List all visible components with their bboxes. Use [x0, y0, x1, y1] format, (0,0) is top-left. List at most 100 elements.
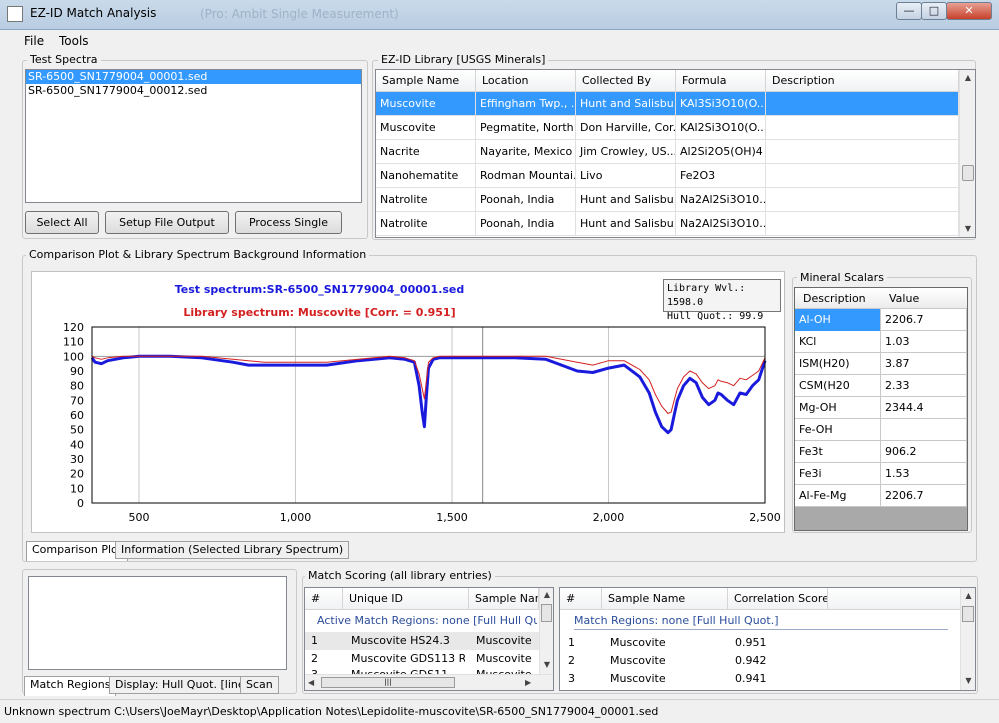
library-col-formula[interactable]: Formula — [676, 70, 766, 92]
app-icon — [7, 6, 23, 22]
y-tick-label: 110 — [63, 336, 84, 349]
scalar-row[interactable]: Mg-OH 2344.4 — [795, 397, 967, 419]
scroll-up-icon[interactable]: ▲ — [960, 73, 976, 82]
library-col-sample-name[interactable]: Sample Name — [376, 70, 476, 92]
scalar-col-value[interactable]: Value — [889, 292, 919, 305]
y-tick-label: 40 — [70, 438, 84, 451]
scalar-col-description[interactable]: Description — [803, 292, 866, 305]
cell-sample-name: Muscovite — [376, 116, 476, 140]
library-label: EZ-ID Library [USGS Minerals] — [378, 53, 549, 66]
score-col-unique-id[interactable]: Unique ID — [343, 588, 469, 610]
cell-sample-name: Nanohematite — [376, 164, 476, 188]
list-item[interactable]: SR-6500_SN1779004_00001.sed — [26, 70, 361, 84]
test-spectra-list[interactable]: SR-6500_SN1779004_00001.sed SR-6500_SN17… — [25, 69, 362, 203]
cell-index: 2 — [568, 654, 575, 667]
match-scoring-id-grid[interactable]: # Unique ID Sample Name Active Match Reg… — [304, 587, 554, 691]
scroll-down-icon[interactable]: ▼ — [540, 660, 553, 669]
cell-sample-name: Muscovite — [476, 634, 532, 647]
scroll-down-icon[interactable]: ▼ — [960, 224, 976, 233]
y-tick-label: 50 — [70, 424, 84, 437]
scalar-description: CSM(H20 sum) — [795, 375, 881, 414]
scalar-row[interactable]: Fe3i 1.53 — [795, 463, 967, 485]
corr-col-score[interactable]: Correlation Score — [728, 588, 828, 610]
cell-sample-name: Natrolite — [376, 188, 476, 212]
select-all-button[interactable]: Select All — [25, 211, 99, 234]
list-item[interactable]: SR-6500_SN1779004_00012.sed — [26, 84, 361, 98]
corr-col-index[interactable]: # — [560, 588, 602, 610]
cell-index: 1 — [568, 636, 575, 649]
library-col-collected-by[interactable]: Collected By — [576, 70, 676, 92]
scroll-thumb[interactable]: ||| — [321, 677, 455, 688]
score-col-sample-name[interactable]: Sample Name — [469, 588, 539, 610]
table-row[interactable]: 2 Muscovite 0.942 — [560, 652, 960, 670]
library-col-location[interactable]: Location — [476, 70, 576, 92]
minimize-button[interactable]: — — [896, 2, 922, 20]
table-row[interactable]: Natrolite Poonah, India Hunt and Salisbu… — [376, 188, 959, 212]
score-col-index[interactable]: # — [305, 588, 343, 610]
scalar-row[interactable]: Fe-OH — [795, 419, 967, 441]
window-title-ghost: (Pro: Ambit Single Measurement) — [200, 7, 399, 21]
y-tick-label: 120 — [63, 321, 84, 334]
library-scrollbar[interactable]: ▲ ▼ — [959, 70, 975, 237]
scalar-description: Fe-OH — [795, 419, 881, 441]
scroll-thumb[interactable] — [962, 165, 974, 181]
cell-sample-name: Muscovite — [476, 652, 532, 665]
scroll-down-icon[interactable]: ▼ — [961, 676, 975, 685]
match-scoring-correlation-grid[interactable]: # Sample Name Correlation Score Match Re… — [559, 587, 976, 691]
scroll-up-icon[interactable]: ▲ — [540, 590, 553, 599]
scroll-up-icon[interactable]: ▲ — [961, 591, 975, 600]
menu-tools[interactable]: Tools — [59, 34, 89, 48]
plot-frame — [91, 326, 766, 504]
table-row[interactable]: Muscovite Pegmatite, North ... Don Harvi… — [376, 116, 959, 140]
scroll-thumb[interactable] — [541, 604, 552, 622]
cell-formula: Na2Al2Si3O10... — [676, 212, 766, 236]
scalar-description: Al-Fe-Mg — [795, 485, 881, 507]
corr-vscroll[interactable]: ▲ ▼ — [960, 588, 975, 690]
table-row[interactable]: 2 Muscovite GDS113 R... Muscovite — [305, 650, 539, 668]
table-row[interactable]: Natrolite Poonah, India Hunt and Salisbu… — [376, 212, 959, 236]
process-single-button[interactable]: Process Single — [235, 211, 342, 234]
menu-file[interactable]: File — [24, 34, 44, 48]
scalar-row[interactable]: Al-Fe-Mg 2206.7 — [795, 485, 967, 507]
window-title: EZ-ID Match Analysis — [30, 6, 157, 20]
table-row[interactable]: 1 Muscovite 0.951 — [560, 634, 960, 652]
tab-scan[interactable]: Scan — [240, 676, 279, 694]
y-tick-label: 60 — [70, 409, 84, 422]
scroll-thumb[interactable] — [962, 606, 974, 622]
table-row[interactable]: Nacrite Nayarite, Mexico Jim Crowley, US… — [376, 140, 959, 164]
cell-description — [766, 212, 959, 236]
cell-formula: KAl3Si3O10(O... — [676, 92, 766, 116]
table-row[interactable]: Muscovite Effingham Twp., ... Hunt and S… — [376, 92, 959, 116]
score-id-hscroll[interactable]: ◀ ||| ▶ — [305, 674, 553, 690]
scalar-description: Mg-OH — [795, 397, 881, 419]
scalar-row[interactable]: KCl 1.03 — [795, 331, 967, 353]
cell-collected-by: Livo — [576, 164, 676, 188]
library-col-description[interactable]: Description — [766, 70, 959, 92]
setup-file-output-button[interactable]: Setup File Output — [105, 211, 229, 234]
table-row[interactable]: Nanohematite Rodman Mountai... Livo Fe2O… — [376, 164, 959, 188]
score-id-vscroll[interactable]: ▲ ▼ — [539, 588, 553, 674]
scalar-row[interactable]: Fe3t 906.2 — [795, 441, 967, 463]
match-scoring-label: Match Scoring (all library entries) — [305, 569, 495, 582]
scroll-right-icon[interactable]: ▶ — [525, 678, 531, 687]
scroll-left-icon[interactable]: ◀ — [308, 678, 314, 687]
y-tick-label: 30 — [70, 453, 84, 466]
mineral-scalars-grid[interactable]: Description Value Al-OH 2206.7 KCl 1.03 ISM(… — [794, 287, 968, 531]
close-button[interactable]: ✕ — [946, 2, 992, 20]
match-regions-list[interactable] — [28, 576, 287, 670]
tab-library-information[interactable]: Information (Selected Library Spectrum) — [115, 541, 350, 559]
scalar-row[interactable]: Al-OH 2206.7 — [795, 309, 967, 331]
title-bar: EZ-ID Match Analysis (Pro: Ambit Single … — [0, 0, 999, 30]
table-row[interactable]: 3 Muscovite 0.941 — [560, 670, 960, 688]
scalar-row[interactable]: CSM(H20 sum)2.33 — [795, 375, 967, 414]
tab-match-regions[interactable]: Match Regions — [24, 676, 117, 696]
table-row[interactable]: 1 Muscovite HS24.3 Muscovite — [305, 632, 539, 650]
scalar-value: 906.2 — [881, 441, 967, 463]
maximize-button[interactable]: □ — [921, 2, 947, 20]
scalar-value: 3.87 — [881, 353, 967, 375]
tab-comparison-plot[interactable]: Comparison Plot — [26, 541, 129, 561]
library-grid[interactable]: Sample Name Location Collected By Formul… — [375, 69, 976, 238]
scalar-row[interactable]: ISM(H20) 3.87 — [795, 353, 967, 375]
x-tick-label: 1,500 — [436, 511, 468, 524]
corr-col-sample-name[interactable]: Sample Name — [602, 588, 728, 610]
